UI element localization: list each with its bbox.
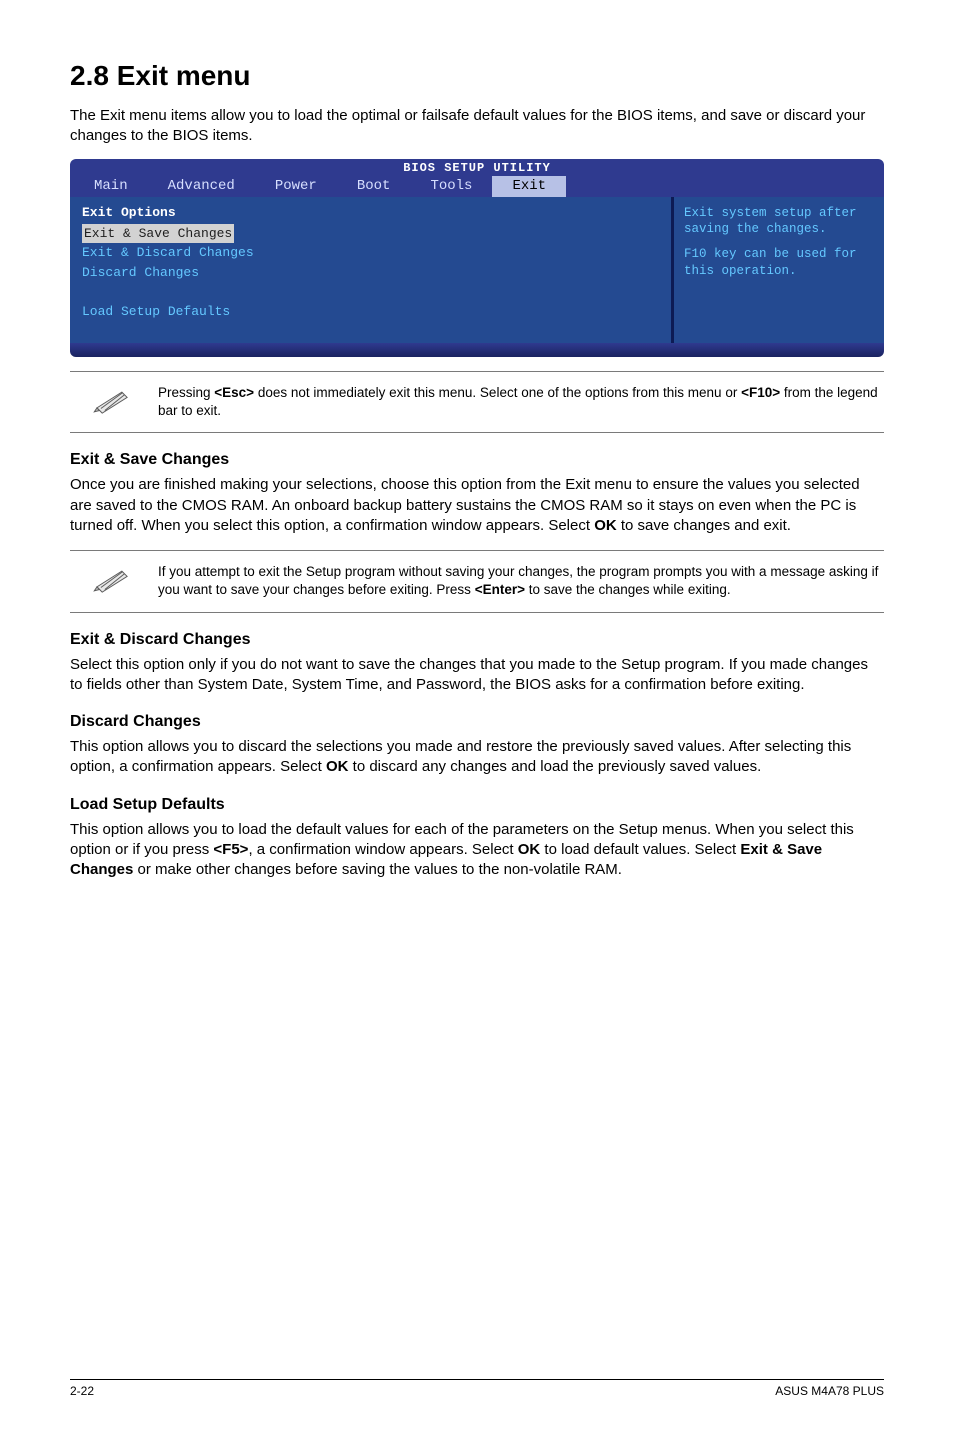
bios-body: Exit Options Exit & Save Changes Exit & … bbox=[70, 197, 884, 344]
lsd-f5: <F5> bbox=[213, 841, 248, 858]
bios-tab-boot: Boot bbox=[337, 176, 411, 197]
heading-discard: Discard Changes bbox=[70, 713, 884, 731]
esc-body-b: to save changes and exit. bbox=[617, 517, 791, 534]
bios-help-line2: F10 key can be used for this operation. bbox=[684, 246, 874, 280]
heading-exit-discard: Exit & Discard Changes bbox=[70, 631, 884, 649]
lsd-ok: OK bbox=[518, 841, 541, 858]
note2-suffix: to save the changes while exiting. bbox=[525, 582, 731, 597]
note1-mid: does not immediately exit this menu. Sel… bbox=[254, 385, 741, 400]
bios-item-discard: Discard Changes bbox=[82, 263, 659, 283]
bios-tab-tools: Tools bbox=[410, 176, 492, 197]
pencil-icon bbox=[93, 565, 135, 593]
lsd-body-c: to load default values. Select bbox=[540, 841, 740, 858]
bios-help-line1: Exit system setup after saving the chang… bbox=[684, 205, 874, 239]
bios-help-panel: Exit system setup after saving the chang… bbox=[674, 197, 884, 344]
dc-ok: OK bbox=[326, 758, 349, 775]
bios-tab-power: Power bbox=[255, 176, 337, 197]
bios-left-panel: Exit Options Exit & Save Changes Exit & … bbox=[70, 197, 674, 344]
bios-tab-main: Main bbox=[74, 176, 148, 197]
note-icon-col-2 bbox=[70, 563, 158, 593]
page-footer: 2-22 ASUS M4A78 PLUS bbox=[70, 1379, 884, 1398]
bios-tab-advanced: Advanced bbox=[148, 176, 255, 197]
dc-body-b: to discard any changes and load the prev… bbox=[348, 758, 761, 775]
note1-key-esc: <Esc> bbox=[214, 385, 254, 400]
heading-exit-save: Exit & Save Changes bbox=[70, 451, 884, 469]
note-text: Pressing <Esc> does not immediately exit… bbox=[158, 384, 884, 420]
para-load-defaults: This option allows you to load the defau… bbox=[70, 820, 884, 881]
lsd-body-d: or make other changes before saving the … bbox=[133, 861, 622, 878]
note2-key-enter: <Enter> bbox=[475, 582, 525, 597]
note1-key-f10: <F10> bbox=[741, 385, 780, 400]
bios-footer-bar bbox=[70, 343, 884, 357]
para-exit-save: Once you are finished making your select… bbox=[70, 475, 884, 536]
bios-screenshot: BIOS SETUP UTILITY Main Advanced Power B… bbox=[70, 159, 884, 358]
para-exit-discard: Select this option only if you do not wa… bbox=[70, 655, 884, 696]
bios-menubar: BIOS SETUP UTILITY Main Advanced Power B… bbox=[70, 159, 884, 197]
note-icon-col bbox=[70, 384, 158, 414]
note-text-2: If you attempt to exit the Setup program… bbox=[158, 563, 884, 599]
bios-item-load-defaults: Load Setup Defaults bbox=[82, 302, 659, 322]
bios-left-title: Exit Options bbox=[82, 205, 659, 220]
note1-prefix: Pressing bbox=[158, 385, 214, 400]
bios-item-blank bbox=[82, 282, 659, 302]
bios-item-exit-save: Exit & Save Changes bbox=[82, 224, 234, 244]
intro-paragraph: The Exit menu items allow you to load th… bbox=[70, 106, 884, 147]
bios-tab-exit: Exit bbox=[492, 176, 566, 197]
para-discard: This option allows you to discard the se… bbox=[70, 737, 884, 778]
footer-page-number: 2-22 bbox=[70, 1384, 94, 1398]
note-enter: If you attempt to exit the Setup program… bbox=[70, 550, 884, 612]
heading-load-defaults: Load Setup Defaults bbox=[70, 796, 884, 814]
footer-product: ASUS M4A78 PLUS bbox=[775, 1384, 884, 1398]
bios-title: BIOS SETUP UTILITY bbox=[403, 161, 551, 175]
esc-ok: OK bbox=[594, 517, 617, 534]
section-heading: 2.8 Exit menu bbox=[70, 60, 884, 92]
bios-item-exit-discard: Exit & Discard Changes bbox=[82, 243, 659, 263]
lsd-body-b: , a confirmation window appears. Select bbox=[248, 841, 517, 858]
pencil-icon bbox=[93, 386, 135, 414]
note-esc: Pressing <Esc> does not immediately exit… bbox=[70, 371, 884, 433]
